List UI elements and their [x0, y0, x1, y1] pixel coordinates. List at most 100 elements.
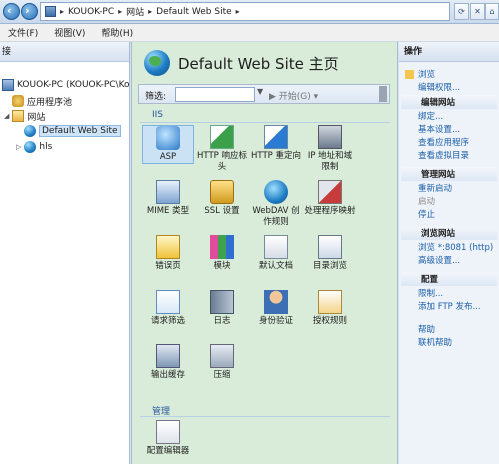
action-label: 联机帮助 — [418, 338, 453, 348]
tree-item-hls[interactable]: ▷ hls — [16, 140, 52, 154]
action-item[interactable]: 添加 FTP 发布... — [405, 300, 481, 312]
feature-authentication[interactable]: 身份验证 — [250, 290, 302, 327]
filter-go-button[interactable]: ▶ 开始(G) ▾ — [269, 89, 318, 102]
breadcrumb-separator: ▸ — [148, 7, 153, 16]
feature-ssl-lock[interactable]: SSL 设置 — [196, 180, 248, 217]
feature-error-pages[interactable]: 错误页 — [142, 235, 194, 272]
menu-bar: 文件(F) 视图(V) 帮助(H) — [0, 24, 499, 42]
action-item[interactable]: 浏览 *:8081 (http) — [405, 241, 493, 253]
server-icon — [45, 6, 56, 17]
mime-types-icon — [156, 180, 180, 204]
action-item[interactable]: 高级设置... — [405, 254, 460, 266]
filter-label: 筛选: — [145, 92, 167, 102]
action-icon — [405, 325, 414, 334]
action-browse[interactable]: 浏览 — [405, 68, 435, 80]
feature-compression[interactable]: 压缩 — [196, 344, 248, 381]
request-filtering-icon — [156, 290, 180, 314]
tree-item-app-pools[interactable]: 应用程序池 — [12, 94, 72, 108]
action-label: 查看应用程序 — [418, 138, 470, 148]
breadcrumb[interactable]: ▸ KOUOK-PC ▸ 网站 ▸ Default Web Site ▸ — [40, 2, 450, 21]
home-icon[interactable]: ⌂ — [485, 3, 499, 20]
breadcrumb-item-site[interactable]: Default Web Site — [156, 7, 232, 17]
action-item[interactable]: 查看虚拟目录 — [405, 149, 469, 161]
feature-http-redirect[interactable]: HTTP 重定向 — [250, 125, 302, 162]
feature-label: 默认文档 — [258, 261, 293, 271]
feature-webdav[interactable]: WebDAV 创作规则 — [250, 180, 302, 228]
tree-item-server[interactable]: KOUOK-PC (KOUOK-PC\Ko — [2, 78, 130, 92]
feature-modules[interactable]: 模块 — [196, 235, 248, 272]
feature-ip-restrictions[interactable]: IP 地址和域限制 — [304, 125, 356, 173]
tree-item-label: hls — [39, 142, 53, 152]
browse-icon — [405, 69, 414, 79]
filter-go-label: 开始(G) — [278, 92, 311, 102]
feature-authorization-rules[interactable]: 授权规则 — [304, 290, 356, 327]
action-edit-permissions[interactable]: 编辑权限... — [405, 81, 460, 93]
filter-dropdown-icon[interactable]: ▼ — [257, 87, 263, 96]
feature-label: 身份验证 — [258, 316, 293, 326]
feature-label: 处理程序映射 — [304, 206, 356, 216]
action-label: 查看虚拟目录 — [418, 151, 470, 161]
error-pages-icon — [156, 235, 180, 259]
feature-directory-browsing[interactable]: 目录浏览 — [304, 235, 356, 272]
action-icon — [405, 210, 414, 219]
feature-logging[interactable]: 日志 — [196, 290, 248, 327]
configuration-editor-icon — [156, 420, 180, 444]
features-pane: Default Web Site 主页 筛选: ▼ ▶ 开始(G) ▾ IIS … — [131, 42, 398, 464]
feature-output-caching[interactable]: 输出缓存 — [142, 344, 194, 381]
feature-http-headers[interactable]: HTTP 响应标头 — [196, 125, 248, 173]
action-item[interactable]: 查看应用程序 — [405, 136, 469, 148]
feature-handler-mappings[interactable]: 处理程序映射 — [304, 180, 356, 217]
stop-icon[interactable]: ✕ — [470, 3, 485, 20]
breadcrumb-item-sites[interactable]: 网站 — [126, 5, 144, 18]
scrollbar-thumb[interactable] — [379, 86, 387, 102]
section-divider — [140, 416, 390, 417]
tree-item-sites[interactable]: ◢ 网站 — [4, 109, 45, 123]
server-icon — [2, 79, 14, 91]
action-label: 帮助 — [418, 325, 436, 335]
tree-item-label: 应用程序池 — [27, 97, 73, 108]
breadcrumb-separator: ▸ — [118, 7, 123, 16]
filter-input[interactable] — [175, 87, 255, 102]
feature-label: 请求筛选 — [150, 316, 185, 326]
menu-help[interactable]: 帮助(H) — [93, 26, 141, 39]
action-icon — [405, 197, 414, 206]
forward-button[interactable]: › — [21, 3, 38, 20]
feature-default-document[interactable]: 默认文档 — [250, 235, 302, 272]
feature-configuration-editor[interactable]: 配置编辑器 — [142, 420, 194, 457]
action-item[interactable]: 绑定... — [405, 110, 443, 122]
action-label: 高级设置... — [418, 256, 461, 266]
action-group-header — [401, 272, 497, 286]
feature-asp[interactable]: ASP — [142, 125, 194, 164]
action-label: 重新启动 — [418, 184, 453, 194]
action-icon — [405, 184, 414, 193]
menu-view[interactable]: 视图(V) — [46, 26, 93, 39]
menu-file[interactable]: 文件(F) — [0, 26, 46, 39]
action-icon — [405, 302, 414, 311]
action-item[interactable]: 重新启动 — [405, 182, 452, 194]
action-item[interactable]: 基本设置... — [405, 123, 460, 135]
page-header: Default Web Site 主页 — [144, 50, 339, 76]
action-item[interactable]: 联机帮助 — [405, 336, 452, 348]
connections-header: 接 — [0, 42, 129, 62]
action-item[interactable]: 限制... — [405, 287, 443, 299]
action-label: 添加 FTP 发布... — [418, 302, 481, 312]
feature-request-filtering[interactable]: 请求筛选 — [142, 290, 194, 327]
breadcrumb-separator: ▸ — [235, 7, 240, 16]
action-icon — [405, 151, 414, 160]
globe-icon — [24, 125, 36, 137]
sites-folder-icon — [12, 110, 25, 122]
feature-mime-types[interactable]: MIME 类型 — [142, 180, 194, 217]
action-icon — [405, 256, 414, 265]
feature-label: 目录浏览 — [312, 261, 347, 271]
edit-icon — [405, 83, 414, 92]
tree-item-default-web-site[interactable]: Default Web Site — [24, 124, 121, 138]
action-item[interactable]: 停止 — [405, 208, 435, 220]
tree-item-label: KOUOK-PC (KOUOK-PC\Ko — [17, 80, 130, 90]
breadcrumb-item-server[interactable]: KOUOK-PC — [68, 7, 114, 17]
refresh-icon[interactable]: ⟳ — [454, 3, 469, 20]
back-button[interactable]: ‹ — [3, 3, 20, 20]
feature-label: 输出缓存 — [150, 370, 185, 380]
action-item[interactable]: 帮助 — [405, 323, 435, 335]
feature-label: 模块 — [213, 261, 231, 271]
feature-label: IP 地址和域限制 — [307, 151, 353, 172]
